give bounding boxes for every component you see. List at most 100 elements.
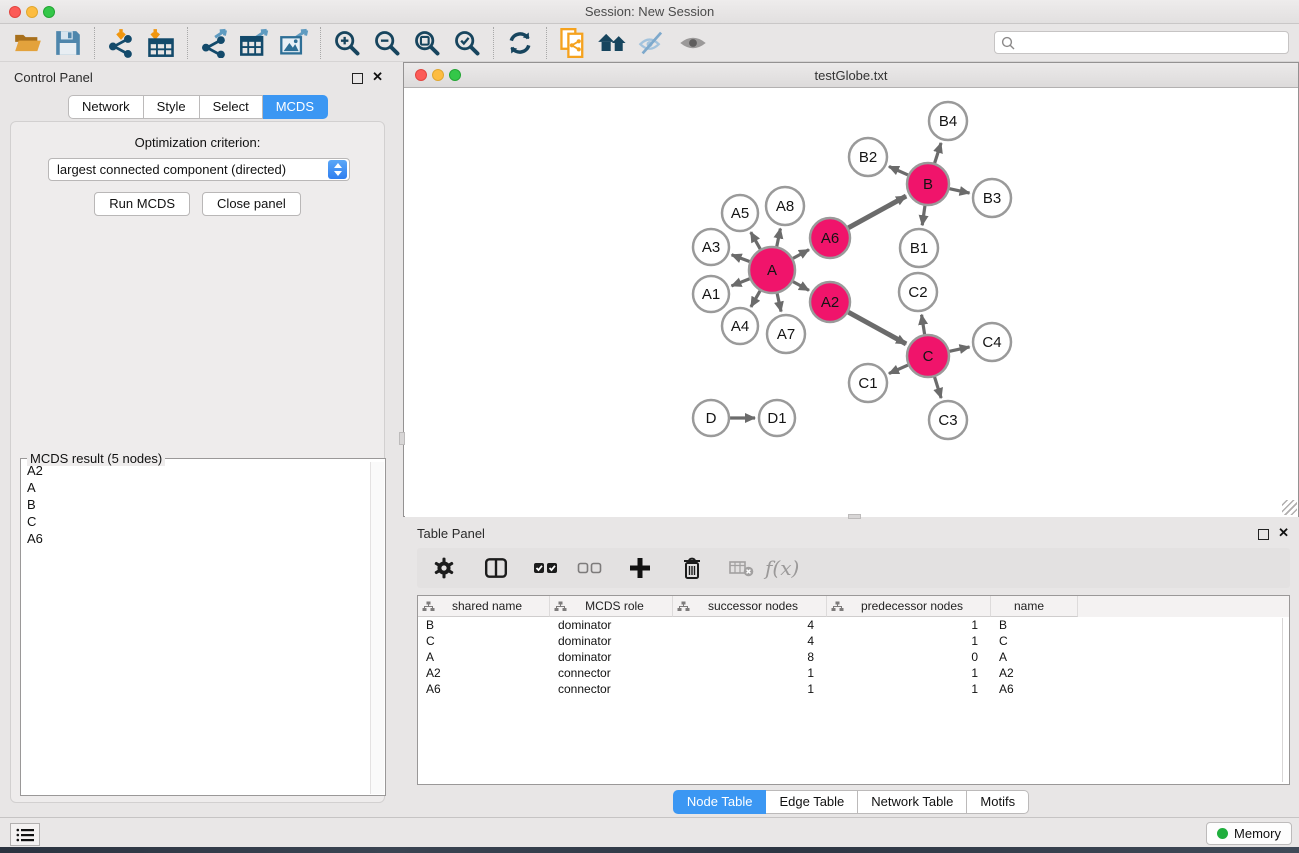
table-cell[interactable]: B xyxy=(418,617,550,633)
node-C4[interactable]: C4 xyxy=(973,323,1011,361)
table-cell[interactable]: B xyxy=(991,617,1078,633)
node-B[interactable]: B xyxy=(907,163,949,205)
table-cell[interactable]: C xyxy=(991,633,1078,649)
show-panels-button[interactable] xyxy=(673,26,713,60)
hide-panels-button[interactable] xyxy=(633,26,673,60)
result-item[interactable]: A xyxy=(22,479,370,496)
mcds-result-list[interactable]: A2ABCA6 xyxy=(22,462,370,794)
zoom-fit-button[interactable] xyxy=(407,26,447,60)
select-all-columns-button[interactable] xyxy=(527,551,565,585)
table-row[interactable]: Cdominator41C xyxy=(418,633,1289,649)
network-canvas[interactable]: AA1A2A3A4A5A6A7A8BB1B2B3B4CC1C2C3C4DD1 xyxy=(405,89,1298,517)
task-history-button[interactable] xyxy=(10,823,40,846)
table-row[interactable]: Adominator80A xyxy=(418,649,1289,665)
edge-A-A4[interactable] xyxy=(751,291,760,307)
node-D1[interactable]: D1 xyxy=(759,400,795,436)
node-A6[interactable]: A6 xyxy=(810,218,850,258)
refresh-view-button[interactable] xyxy=(500,26,540,60)
table-cell[interactable]: 0 xyxy=(827,649,991,665)
close-table-panel-button[interactable]: ✕ xyxy=(1278,525,1289,541)
edge-B-B4[interactable] xyxy=(935,143,941,163)
column-header-shared-name[interactable]: shared name xyxy=(418,596,550,617)
table-row[interactable]: A2connector11A2 xyxy=(418,665,1289,681)
function-builder-button[interactable]: f(x) xyxy=(761,556,799,580)
table-cell[interactable]: 1 xyxy=(673,665,827,681)
node-B2[interactable]: B2 xyxy=(849,138,887,176)
network-graph[interactable]: AA1A2A3A4A5A6A7A8BB1B2B3B4CC1C2C3C4DD1 xyxy=(405,89,1298,517)
export-network-button[interactable] xyxy=(194,26,234,60)
edge-A-A6[interactable] xyxy=(793,250,809,259)
node-A[interactable]: A xyxy=(749,247,795,293)
export-image-button[interactable] xyxy=(274,26,314,60)
home-button[interactable] xyxy=(593,26,633,60)
node-B1[interactable]: B1 xyxy=(900,229,938,267)
open-network-file-button[interactable] xyxy=(553,26,593,60)
zoom-out-button[interactable] xyxy=(367,26,407,60)
table-scrollbar[interactable] xyxy=(1282,618,1283,782)
search-field[interactable] xyxy=(994,31,1289,54)
result-item[interactable]: A6 xyxy=(22,530,370,547)
open-session-button[interactable] xyxy=(8,26,48,60)
node-B4[interactable]: B4 xyxy=(929,102,967,140)
table-cell[interactable]: 1 xyxy=(827,617,991,633)
table-cell[interactable]: 1 xyxy=(827,665,991,681)
import-network-button[interactable] xyxy=(101,26,141,60)
table-cell[interactable]: dominator xyxy=(550,649,673,665)
search-input[interactable] xyxy=(1015,33,1288,52)
tab-network-table[interactable]: Network Table xyxy=(858,790,967,814)
float-table-panel-button[interactable] xyxy=(1258,529,1269,540)
criterion-select[interactable]: largest connected component (directed) xyxy=(48,158,350,181)
edge-B-B2[interactable] xyxy=(889,166,908,175)
edge-B-B3[interactable] xyxy=(949,189,969,193)
table-cell[interactable]: 4 xyxy=(673,617,827,633)
result-item[interactable]: A2 xyxy=(22,462,370,479)
column-header-MCDS-role[interactable]: MCDS role xyxy=(550,596,673,617)
node-A8[interactable]: A8 xyxy=(766,187,804,225)
deselect-all-columns-button[interactable] xyxy=(571,551,609,585)
zoom-selected-button[interactable] xyxy=(447,26,487,60)
edge-A-A8[interactable] xyxy=(777,229,781,247)
node-A5[interactable]: A5 xyxy=(722,195,758,231)
tab-motifs[interactable]: Motifs xyxy=(967,790,1029,814)
edge-C-C2[interactable] xyxy=(922,315,925,335)
table-row[interactable]: A6connector11A6 xyxy=(418,681,1289,697)
edge-A-A5[interactable] xyxy=(751,232,760,249)
zoom-in-button[interactable] xyxy=(327,26,367,60)
table-cell[interactable]: C xyxy=(418,633,550,649)
table-cell[interactable]: 1 xyxy=(673,681,827,697)
delete-columns-button[interactable] xyxy=(673,551,711,585)
node-C[interactable]: C xyxy=(907,335,949,377)
node-A1[interactable]: A1 xyxy=(693,276,729,312)
column-header-successor-nodes[interactable]: successor nodes xyxy=(673,596,827,617)
node-A7[interactable]: A7 xyxy=(767,315,805,353)
table-row[interactable]: Bdominator41B xyxy=(418,617,1289,633)
delete-table-button[interactable] xyxy=(723,551,761,585)
node-B3[interactable]: B3 xyxy=(973,179,1011,217)
column-header-name[interactable]: name xyxy=(991,596,1078,617)
run-mcds-button[interactable]: Run MCDS xyxy=(94,192,190,216)
table-cell[interactable]: A xyxy=(991,649,1078,665)
float-panel-button[interactable] xyxy=(352,73,363,84)
tab-style[interactable]: Style xyxy=(144,95,200,119)
tab-mcds[interactable]: MCDS xyxy=(263,95,328,119)
edge-A2-C[interactable] xyxy=(848,312,906,344)
tab-network[interactable]: Network xyxy=(68,95,144,119)
close-panel-button[interactable]: Close panel xyxy=(202,192,301,216)
table-cell[interactable]: 1 xyxy=(827,681,991,697)
save-session-button[interactable] xyxy=(48,26,88,60)
tab-node-table[interactable]: Node Table xyxy=(673,790,767,814)
table-cell[interactable]: A6 xyxy=(991,681,1078,697)
tab-select[interactable]: Select xyxy=(200,95,263,119)
node-A2[interactable]: A2 xyxy=(810,282,850,322)
edge-A-A2[interactable] xyxy=(793,282,809,291)
tab-edge-table[interactable]: Edge Table xyxy=(766,790,858,814)
table-cell[interactable]: 1 xyxy=(827,633,991,649)
table-cell[interactable]: A6 xyxy=(418,681,550,697)
import-table-button[interactable] xyxy=(141,26,181,60)
table-cell[interactable]: A xyxy=(418,649,550,665)
memory-button[interactable]: Memory xyxy=(1206,822,1292,845)
resize-grip[interactable] xyxy=(1282,500,1297,515)
edge-C-C3[interactable] xyxy=(935,377,942,398)
table-cell[interactable]: dominator xyxy=(550,633,673,649)
edge-C-C1[interactable] xyxy=(889,365,908,374)
